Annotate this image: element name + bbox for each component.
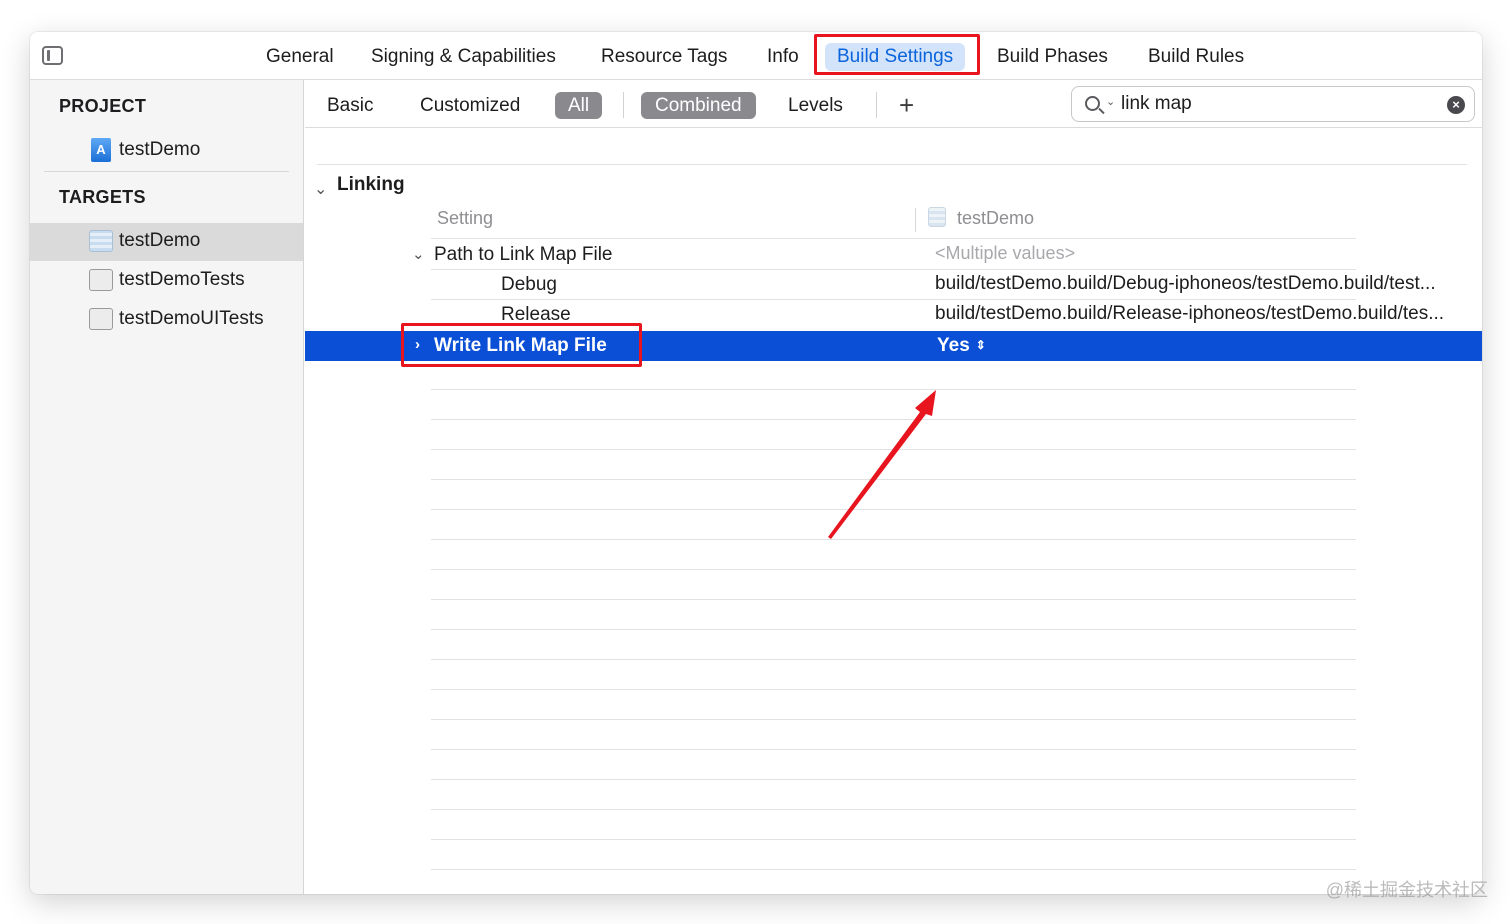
xcode-window: General Signing & Capabilities Resource … bbox=[30, 32, 1482, 894]
annotation-arrow-shape bbox=[828, 390, 936, 539]
annotation-arrow bbox=[828, 390, 936, 539]
watermark-text: @稀土掘金技术社区 bbox=[1325, 880, 1488, 900]
